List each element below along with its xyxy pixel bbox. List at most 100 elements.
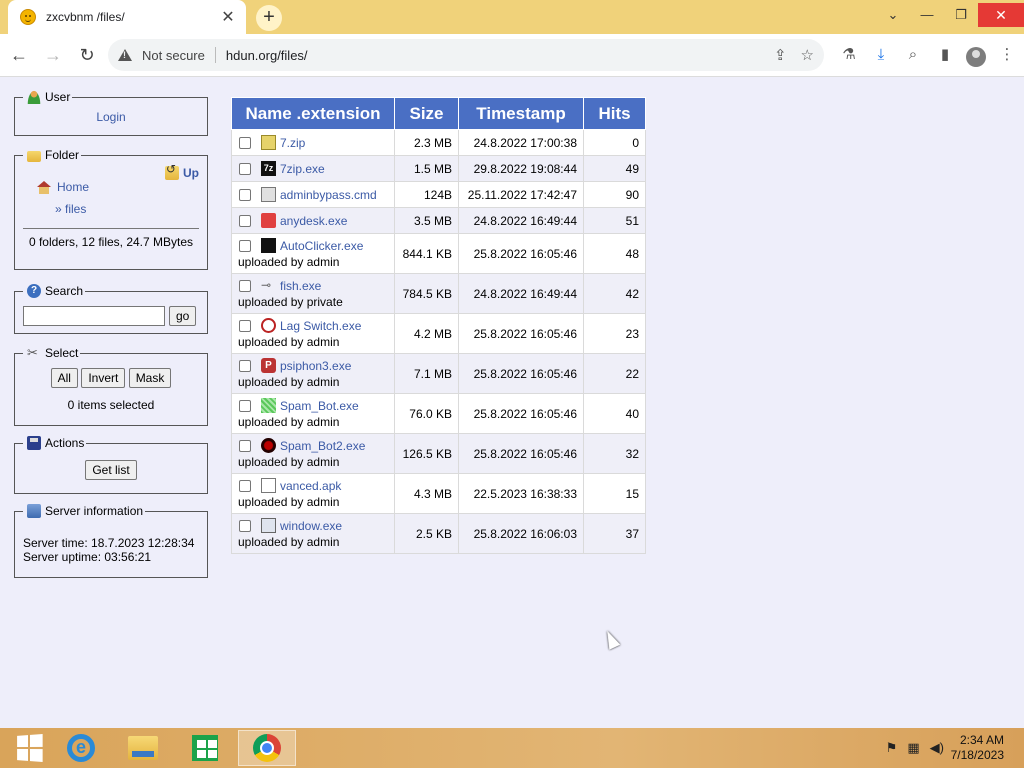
taskbar-chrome[interactable] [238, 730, 296, 766]
row-checkbox[interactable] [239, 136, 251, 149]
file-link[interactable]: fish.exe [280, 279, 321, 293]
flag-icon[interactable]: ⚑ [886, 740, 898, 756]
user-legend-label: User [45, 90, 71, 104]
store-icon [192, 735, 218, 761]
file-timestamp: 29.8.2022 19:08:44 [458, 155, 584, 182]
file-timestamp: 24.8.2022 16:49:44 [458, 273, 584, 314]
table-row: 7z 7zip.exe 1.5 MB 29.8.2022 19:08:44 49 [231, 155, 646, 182]
taskbar-store[interactable] [176, 730, 234, 766]
search-input[interactable] [23, 306, 165, 326]
row-checkbox[interactable] [239, 399, 251, 412]
not-secure-label[interactable]: Not secure [142, 48, 205, 63]
zip-icon [261, 135, 276, 150]
select-all-button[interactable]: All [50, 368, 78, 388]
row-checkbox[interactable] [239, 279, 251, 292]
actions-legend-label: Actions [45, 436, 85, 450]
forward-arrow-icon[interactable]: → [38, 40, 68, 70]
download-icon[interactable]: ⤓ [870, 42, 892, 68]
file-link[interactable]: window.exe [280, 519, 342, 533]
tab-close-icon[interactable]: ✕ [220, 7, 236, 27]
folder-up-icon[interactable] [165, 162, 179, 180]
zoom-search-icon[interactable]: ⌕ [902, 42, 924, 68]
file-link[interactable]: adminbypass.cmd [280, 188, 377, 202]
file-link[interactable]: Spam_Bot.exe [280, 399, 359, 413]
file-link[interactable]: AutoClicker.exe [280, 239, 363, 253]
minimize-button[interactable]: — [910, 3, 944, 27]
home-icon[interactable] [37, 180, 51, 194]
file-link[interactable]: Lag Switch.exe [280, 319, 361, 333]
file-timestamp: 25.8.2022 16:06:03 [458, 513, 584, 554]
folder-icon [27, 150, 41, 162]
table-row: 7.zip 2.3 MB 24.8.2022 17:00:38 0 [231, 129, 646, 156]
share-icon[interactable]: ⇪ [774, 46, 787, 64]
file-link[interactable]: 7zip.exe [280, 162, 325, 176]
table-row: Lag Switch.exe uploaded by admin 4.2 MB 2… [231, 313, 646, 354]
login-link[interactable]: Login [96, 110, 125, 124]
restore-button[interactable]: ❐ [944, 3, 978, 27]
side-panel-icon[interactable]: ▮ [934, 42, 956, 68]
row-checkbox[interactable] [239, 519, 251, 532]
file-link[interactable]: anydesk.exe [280, 214, 347, 228]
name-column-header[interactable]: Name .extension [231, 97, 395, 130]
up-link[interactable]: Up [183, 166, 199, 180]
bookmark-star-icon[interactable]: ☆ [801, 46, 814, 64]
search-legend-label: Search [45, 284, 84, 298]
home-link[interactable]: Home [57, 180, 89, 194]
volume-icon[interactable]: ◀) [930, 740, 944, 756]
go-button[interactable]: go [169, 306, 197, 326]
table-row: AutoClicker.exe uploaded by admin 844.1 K… [231, 233, 646, 274]
file-hits: 48 [583, 233, 646, 274]
file-size: 76.0 KB [394, 393, 459, 434]
file-hits: 42 [583, 273, 646, 314]
network-icon[interactable]: ▦ [907, 740, 919, 756]
get-list-button[interactable]: Get list [85, 460, 137, 480]
tab-search-icon[interactable]: ⌄ [876, 3, 910, 27]
browser-tab[interactable]: zxcvbnm /files/ ✕ [8, 0, 246, 34]
timestamp-column-header[interactable]: Timestamp [458, 97, 584, 130]
back-arrow-icon[interactable]: ← [4, 40, 34, 70]
file-hits: 23 [583, 313, 646, 354]
files-folder-link[interactable]: » files [55, 202, 86, 216]
row-checkbox[interactable] [239, 162, 251, 175]
new-tab-button[interactable]: + [256, 5, 282, 31]
server-icon [27, 504, 41, 518]
table-row: Spam_Bot2.exe uploaded by admin 126.5 KB … [231, 433, 646, 474]
row-checkbox[interactable] [239, 214, 251, 227]
folder-up-control[interactable]: Up [165, 162, 199, 180]
row-checkbox[interactable] [239, 319, 251, 332]
row-checkbox[interactable] [239, 188, 251, 201]
invert-selection-button[interactable]: Invert [81, 368, 126, 388]
close-window-button[interactable]: ✕ [978, 3, 1024, 27]
hits-column-header[interactable]: Hits [583, 97, 646, 130]
taskbar-clock[interactable]: 2:34 AM 7/18/2023 [951, 733, 1004, 763]
row-checkbox[interactable] [239, 439, 251, 452]
file-link[interactable]: Spam_Bot2.exe [280, 439, 365, 453]
menu-kebab-icon[interactable]: ⋮ [996, 42, 1018, 68]
row-checkbox[interactable] [239, 479, 251, 492]
taskbar: e ⚑ ▦ ◀) 2:34 AM 7/18/2023 [0, 728, 1024, 768]
folder-summary: 0 folders, 12 files, 24.7 MBytes [28, 235, 194, 249]
file-link[interactable]: vanced.apk [280, 479, 341, 493]
file-link[interactable]: 7.zip [280, 136, 305, 150]
profile-avatar-icon[interactable] [966, 46, 986, 67]
file-link[interactable]: psiphon3.exe [280, 359, 351, 373]
start-button[interactable] [0, 730, 58, 766]
folder-divider [23, 228, 199, 229]
warning-icon[interactable] [118, 49, 132, 61]
labs-flask-icon[interactable]: ⚗ [838, 42, 860, 68]
address-bar[interactable]: Not secure hdun.org/files/ ⇪ ☆ [108, 39, 824, 71]
mask-button[interactable]: Mask [128, 368, 172, 388]
uploader-label: uploaded by admin [238, 495, 340, 509]
file-icon [261, 478, 276, 493]
taskbar-file-explorer[interactable] [114, 730, 172, 766]
row-checkbox[interactable] [239, 359, 251, 372]
url-text[interactable]: hdun.org/files/ [226, 48, 774, 63]
size-column-header[interactable]: Size [394, 97, 459, 130]
actions-panel: Actions Get list [14, 436, 208, 494]
window-controls: ⌄ — ❐ ✕ [876, 0, 1024, 30]
reload-icon[interactable]: ↻ [72, 40, 102, 70]
row-checkbox[interactable] [239, 239, 251, 252]
selection-status: 0 items selected [67, 398, 155, 412]
taskbar-ie[interactable]: e [52, 730, 110, 766]
url-divider [214, 47, 216, 63]
